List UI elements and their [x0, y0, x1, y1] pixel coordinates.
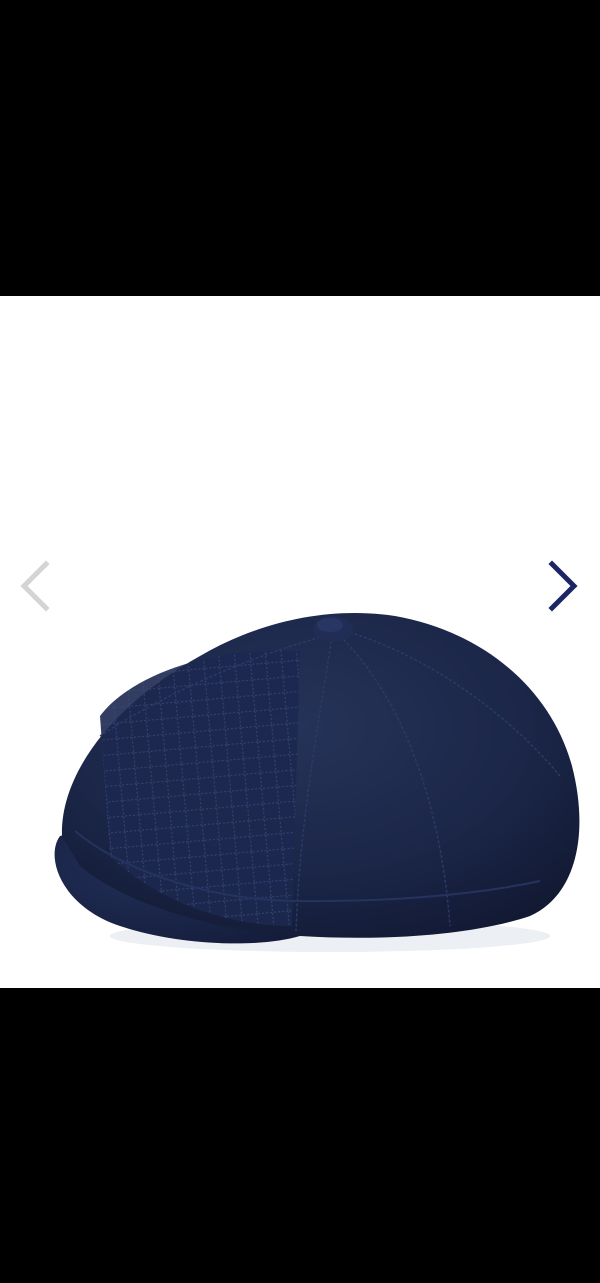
bottom-black-bar: [0, 988, 600, 1283]
product-image: [54, 612, 580, 952]
chevron-left-icon: [20, 560, 50, 612]
next-image-button[interactable]: [542, 554, 586, 618]
product-image-gallery[interactable]: [0, 296, 600, 988]
top-black-bar: [0, 0, 600, 296]
chevron-right-icon: [548, 560, 578, 612]
previous-image-button[interactable]: [12, 554, 56, 618]
